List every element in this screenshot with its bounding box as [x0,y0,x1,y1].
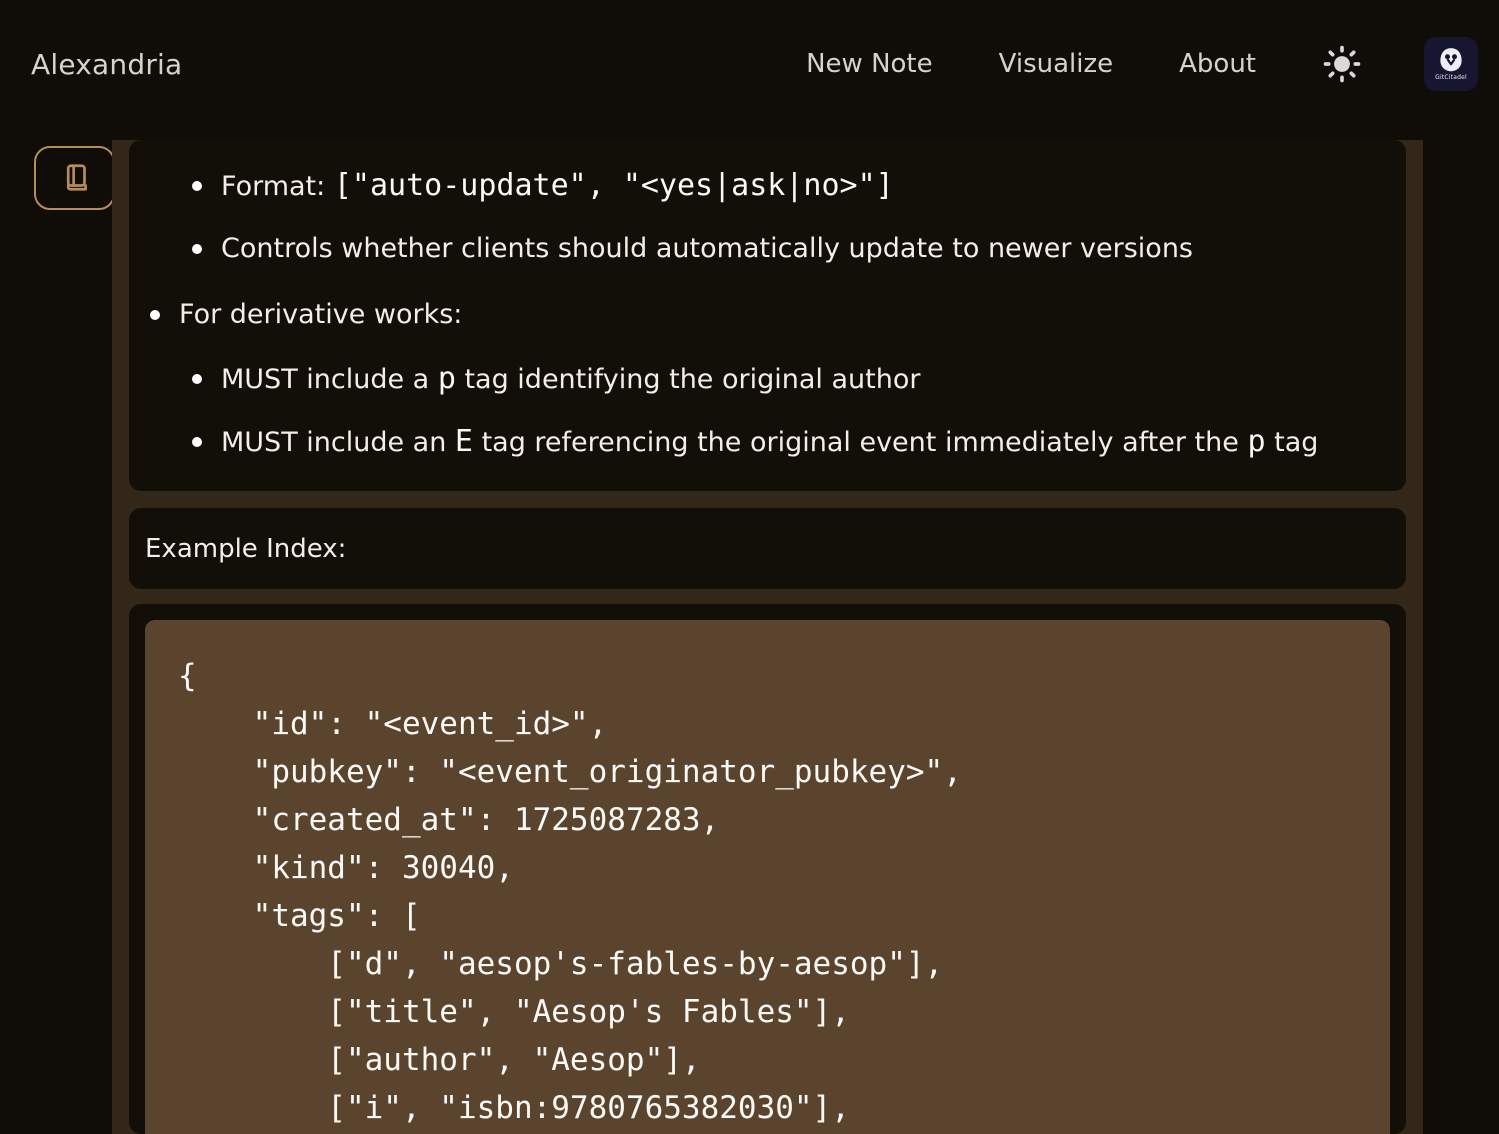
nav-item-new-note[interactable]: New Note [806,49,933,79]
gitcitadel-logo[interactable]: GitCitadel [1424,37,1478,91]
list-item-text: tag [1266,427,1319,458]
nav-item-visualize[interactable]: Visualize [999,49,1114,79]
inline-code: p [438,361,456,396]
list-item-text: Controls whether clients should automati… [221,233,1193,264]
inline-code: p [1247,424,1265,459]
inline-code: E [455,424,473,459]
top-nav: Alexandria New Note Visualize About [0,0,1499,128]
inline-code: ["auto-update", "<yes|ask|no>"] [334,168,894,203]
gitcitadel-owl-icon [1436,47,1466,73]
json-code-block: { "id": "<event_id>", "pubkey": "<event_… [145,620,1390,1134]
list-item: MUST include an E tag referencing the or… [187,422,1386,463]
list-item: For derivative works: [145,295,1386,335]
list-item: Format: ["auto-update", "<yes|ask|no>"] [187,166,1386,207]
document-panel: Format: ["auto-update", "<yes|ask|no>"] C… [112,140,1423,1134]
brand-logo[interactable]: Alexandria [31,48,182,81]
sun-icon [1323,45,1361,83]
list-item-text: For derivative works: [179,299,462,330]
book-icon [56,159,94,197]
example-heading: Example Index: [145,534,346,564]
theme-toggle-button[interactable] [1322,44,1362,84]
doc-text-card: Format: ["auto-update", "<yes|ask|no>"] C… [129,140,1406,491]
example-heading-card: Example Index: [129,508,1406,589]
list-item: MUST include a p tag identifying the ori… [187,359,1386,400]
gitcitadel-logo-label: GitCitadel [1435,74,1467,81]
list-item-text: Format: [221,171,334,202]
list-item-text: MUST include an [221,427,455,458]
list-item-text: tag identifying the original author [456,364,921,395]
list-item-text: tag referencing the original event immed… [473,427,1247,458]
list-item: Controls whether clients should automati… [187,229,1386,269]
doc-bullet-list: Format: ["auto-update", "<yes|ask|no>"] C… [145,166,1386,463]
nav-item-about[interactable]: About [1179,49,1256,79]
list-item-text: MUST include a [221,364,438,395]
example-code-card: { "id": "<event_id>", "pubkey": "<event_… [129,604,1406,1134]
sidebar-toggle-button[interactable] [34,146,115,210]
nav-links: New Note Visualize About [806,49,1256,79]
